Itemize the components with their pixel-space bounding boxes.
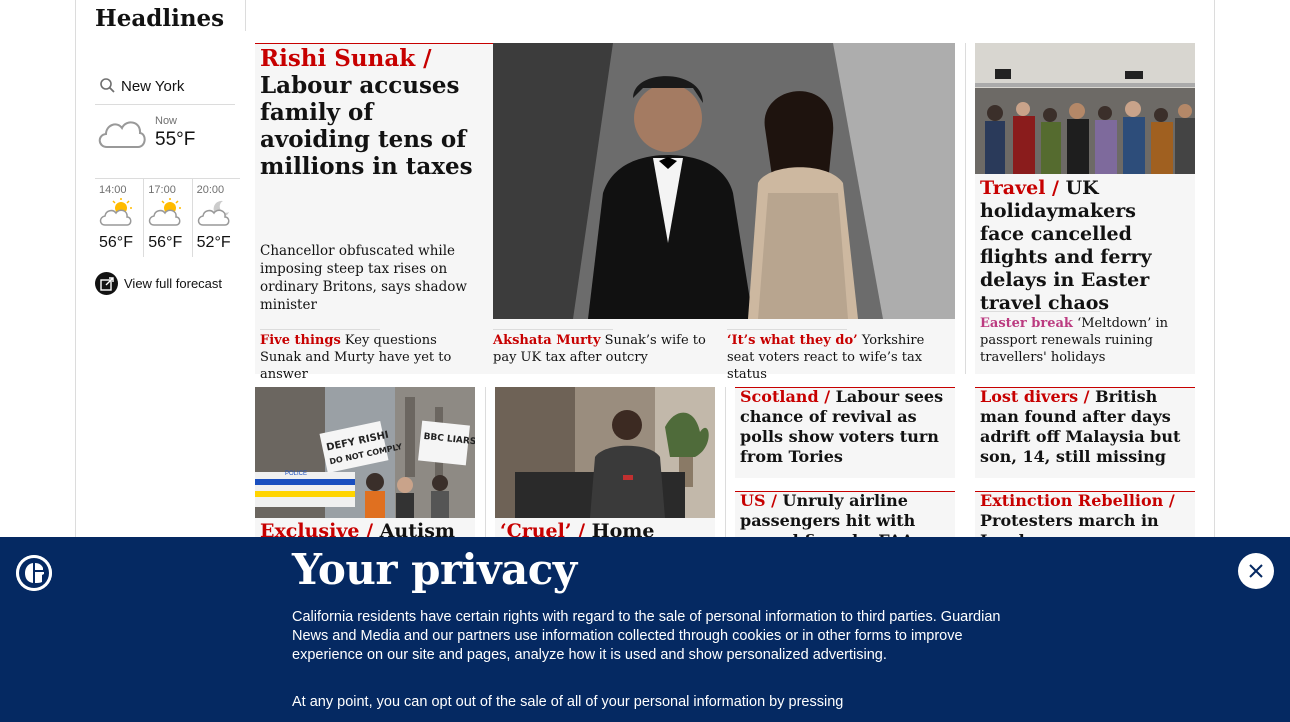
weather-now-label: Now [155,115,178,127]
story-kicker: Extinction Rebellion / [980,491,1175,510]
forecast-slot: 20:00 52°F [191,179,240,257]
sublink-kicker: ‘It’s what they do’ [727,333,858,348]
forecast-time: 20:00 [196,184,225,196]
forecast-time: 17:00 [148,184,176,196]
forecast-slot: 17:00 56°F [143,179,191,257]
sublink-what-they-do[interactable]: ‘It’s what they do’ Yorkshire seat voter… [727,332,952,383]
weather-location: New York [121,77,185,95]
forecast-temp: 52°F [196,234,231,251]
divider [485,387,486,547]
view-full-forecast-link[interactable]: View full forecast [95,272,222,295]
close-button[interactable] [1238,553,1274,589]
section-title: Headlines [95,5,225,32]
cloud-icon [95,114,147,154]
sublink-akshata-murty[interactable]: Akshata Murty Sunak’s wife to pay UK tax… [493,332,721,366]
sun-cloud-icon [148,197,184,234]
moon-cloud-icon [197,197,233,234]
divider [727,329,847,330]
main-story-heading[interactable]: Rishi Sunak / Labour accuses family of a… [260,45,490,180]
main-story-image[interactable] [493,43,955,319]
divider [260,329,380,330]
guardian-logo-icon [16,555,52,591]
divider [493,329,613,330]
sublink-easter-break[interactable]: Easter break ‘Meltdown’ in passport rene… [980,315,1190,366]
divider [255,43,493,44]
search-icon [95,73,121,99]
sublink-five-things[interactable]: Five things Key questions Sunak and Murt… [260,332,475,383]
portrait-image[interactable] [495,387,715,518]
protest-sign-text: POLICE [285,471,307,477]
weather-location-input[interactable]: New York [95,68,235,105]
forecast-slot: 14:00 56°F [95,179,143,257]
divider [725,387,726,547]
divider [980,311,1100,312]
main-story-standfirst: Chancellor obfuscated while imposing ste… [260,243,467,313]
travel-story-kicker: Travel / [980,177,1059,199]
story-kicker: US / [740,491,777,510]
travel-story-image[interactable] [975,43,1195,174]
forecast-temp: 56°F [148,234,183,251]
external-link-icon [95,272,118,295]
weather-forecast: 14:00 56°F 17:00 56°F 20:00 52°F [95,178,240,257]
privacy-banner: Your privacy California residents have c… [0,537,1290,722]
privacy-body: California residents have certain rights… [292,609,1001,663]
story-heading[interactable]: Lost divers / British man found after da… [980,387,1192,467]
privacy-title: Your privacy [292,545,577,594]
sublink-kicker: Akshata Murty [493,333,601,348]
main-story-kicker: Rishi Sunak / [260,45,432,72]
sun-cloud-icon [99,197,135,234]
sublink-kicker: Five things [260,333,341,348]
main-story-headline: Labour accuses family of avoiding tens o… [260,72,473,180]
protest-image[interactable]: POLICE DEFY RISHI DO NOT COMPLY BBC LIAR… [255,387,475,518]
story-kicker: Scotland / [740,387,831,406]
travel-story-heading[interactable]: Travel / UK holidaymakers face cancelled… [980,177,1185,315]
privacy-body-2: At any point, you can opt out of the sal… [292,694,844,710]
close-icon [1249,564,1263,578]
weather-now-temp: 55°F [155,129,196,150]
story-kicker: Lost divers / [980,387,1090,406]
forecast-time: 14:00 [99,184,127,196]
sublink-kicker: Easter break [980,316,1073,331]
view-full-forecast-label: View full forecast [124,276,223,291]
forecast-temp: 56°F [99,234,133,251]
divider [245,0,246,31]
story-heading[interactable]: Scotland / Labour sees chance of revival… [740,387,952,467]
divider [965,43,966,374]
